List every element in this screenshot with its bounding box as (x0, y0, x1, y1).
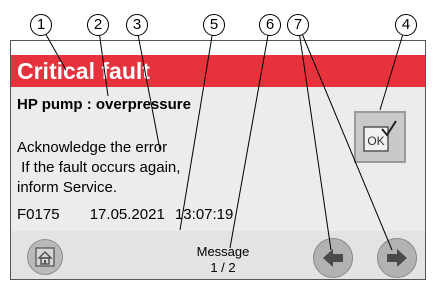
callout-1: 1 (30, 14, 52, 36)
callout-lines (39, 23, 407, 251)
callout-6: 6 (259, 14, 281, 36)
callout-2: 2 (87, 14, 109, 36)
callout-3: 3 (126, 14, 148, 36)
callout-7: 7 (287, 14, 309, 36)
callout-5: 5 (203, 14, 225, 36)
callout-4: 4 (395, 14, 417, 36)
